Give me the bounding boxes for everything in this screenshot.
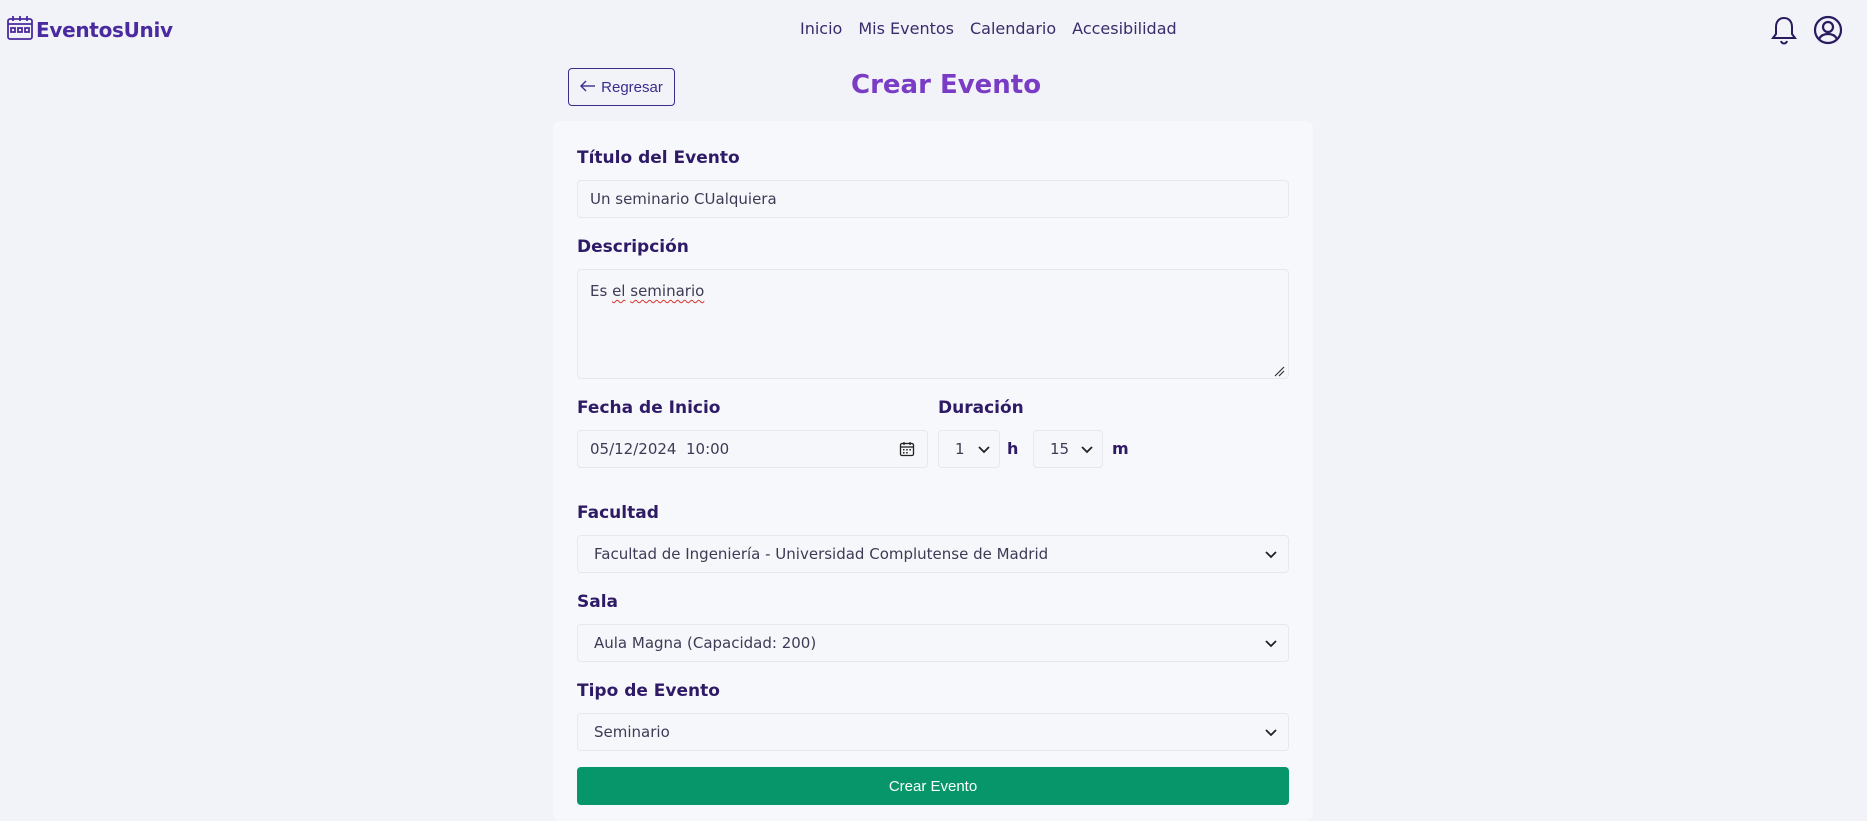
duration-hours-value: 1 xyxy=(955,440,965,458)
brand-name: EventosUniv xyxy=(36,18,173,42)
chevron-down-icon xyxy=(1264,725,1278,739)
faculty-label: Facultad xyxy=(577,503,659,523)
chevron-down-icon xyxy=(1264,636,1278,650)
resize-handle-icon[interactable] xyxy=(1273,363,1285,377)
minutes-unit: m xyxy=(1112,439,1129,458)
hours-unit: h xyxy=(1007,439,1019,458)
nav-item-accesibilidad[interactable]: Accesibilidad xyxy=(1072,19,1177,38)
description-label: Descripción xyxy=(577,237,689,257)
arrow-left-icon xyxy=(580,79,596,96)
main-nav: Inicio Mis Eventos Calendario Accesibili… xyxy=(800,19,1177,38)
event-type-label: Tipo de Evento xyxy=(577,681,720,701)
description-textarea[interactable]: Es el seminario xyxy=(577,269,1289,379)
start-date-value: 05/12/2024 10:00 xyxy=(590,440,730,458)
user-circle-icon[interactable] xyxy=(1813,14,1843,46)
duration-hours-select[interactable]: 1 xyxy=(938,430,1000,468)
navbar: EventosUniv Inicio Mis Eventos Calendari… xyxy=(0,0,1867,60)
calendar-logo-icon xyxy=(6,14,34,46)
nav-item-inicio[interactable]: Inicio xyxy=(800,19,842,38)
brand-logo[interactable]: EventosUniv xyxy=(6,14,173,46)
faculty-select[interactable]: Facultad de Ingeniería - Universidad Com… xyxy=(577,535,1289,573)
title-input-value: Un seminario CUalquiera xyxy=(590,190,777,208)
duration-minutes-select[interactable]: 15 xyxy=(1033,430,1103,468)
nav-item-calendario[interactable]: Calendario xyxy=(970,19,1056,38)
room-label: Sala xyxy=(577,592,619,612)
start-date-input[interactable]: 05/12/2024 10:00 xyxy=(577,430,928,468)
bell-icon[interactable] xyxy=(1769,14,1799,46)
chevron-down-icon xyxy=(1080,442,1094,456)
title-label: Título del Evento xyxy=(577,148,740,168)
nav-item-mis-eventos[interactable]: Mis Eventos xyxy=(858,19,954,38)
start-date-label: Fecha de Inicio xyxy=(577,398,721,418)
calendar-icon[interactable] xyxy=(899,441,915,461)
back-button[interactable]: Regresar xyxy=(568,68,675,106)
room-select[interactable]: Aula Magna (Capacidad: 200) xyxy=(577,624,1289,662)
room-select-value: Aula Magna (Capacidad: 200) xyxy=(594,634,817,652)
create-event-button[interactable]: Crear Evento xyxy=(577,767,1289,805)
duration-label: Duración xyxy=(938,398,1024,418)
description-textarea-value: Es el seminario xyxy=(590,282,705,300)
event-type-select[interactable]: Seminario xyxy=(577,713,1289,751)
page-title: Crear Evento xyxy=(851,70,1042,100)
back-button-label: Regresar xyxy=(601,78,663,96)
chevron-down-icon xyxy=(977,442,991,456)
event-type-select-value: Seminario xyxy=(594,723,670,741)
create-event-button-label: Crear Evento xyxy=(888,777,978,795)
chevron-down-icon xyxy=(1264,547,1278,561)
faculty-select-value: Facultad de Ingeniería - Universidad Com… xyxy=(594,545,1049,563)
duration-minutes-value: 15 xyxy=(1050,440,1070,458)
title-input[interactable]: Un seminario CUalquiera xyxy=(577,180,1289,218)
